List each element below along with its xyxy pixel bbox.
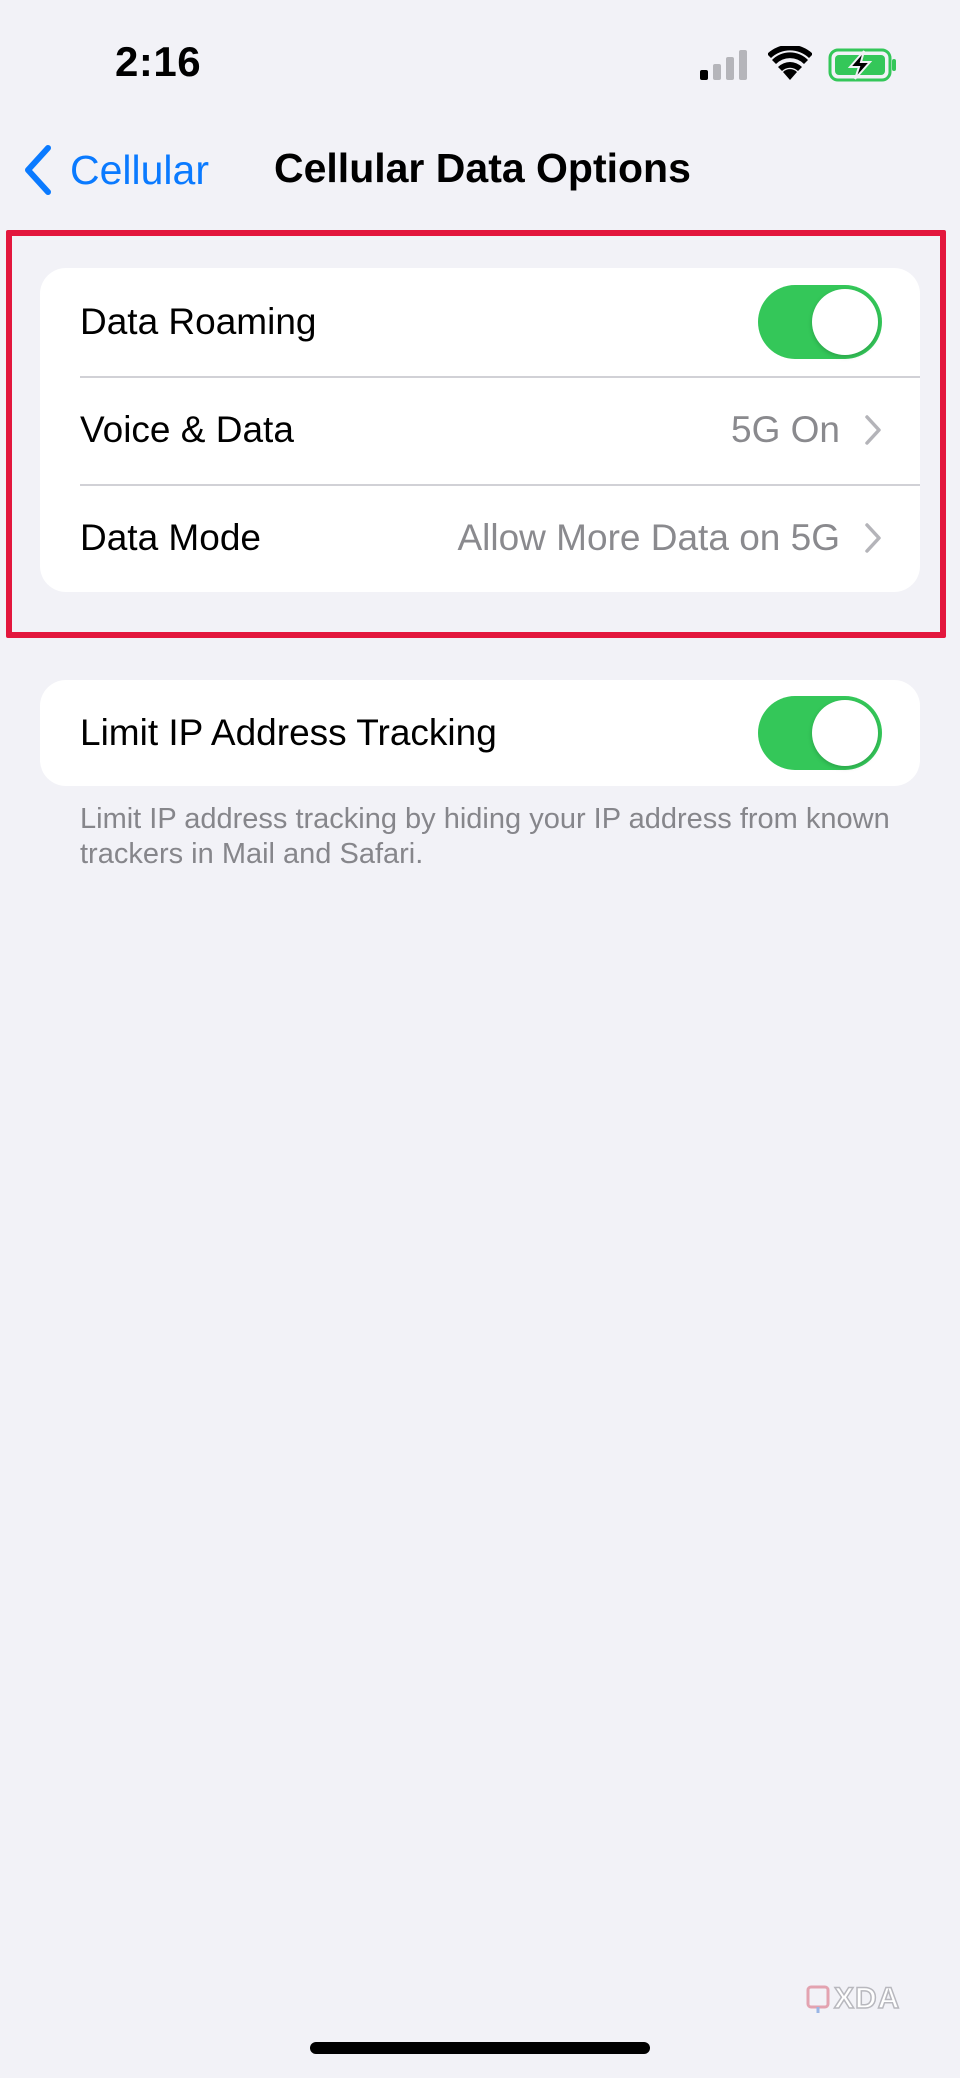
wifi-icon	[768, 46, 812, 80]
limit-ip-tracking-toggle[interactable]	[758, 696, 882, 770]
home-indicator[interactable]	[310, 2042, 650, 2054]
limit-ip-tracking-label: Limit IP Address Tracking	[80, 712, 497, 753]
xda-watermark: XDA	[806, 1981, 901, 2016]
limit-ip-footnote: Limit IP address tracking by hiding your…	[80, 803, 890, 870]
back-button-label: Cellular	[70, 146, 209, 193]
toggle-knob	[812, 700, 878, 766]
cellular-signal-icon	[700, 50, 747, 80]
back-button[interactable]: Cellular	[20, 140, 209, 200]
xda-logo-icon	[806, 1985, 830, 2013]
page-title: Cellular Data Options	[274, 145, 691, 191]
chevron-left-icon	[25, 145, 51, 195]
watermark-text: XDA	[833, 1981, 901, 2016]
status-icons	[700, 44, 900, 84]
battery-charging-icon	[828, 48, 896, 82]
status-time: 2:16	[115, 38, 202, 85]
privacy-group: Limit IP Address Tracking	[40, 680, 920, 786]
limit-ip-tracking-row: Limit IP Address Tracking	[40, 680, 920, 786]
highlight-box	[6, 230, 946, 638]
